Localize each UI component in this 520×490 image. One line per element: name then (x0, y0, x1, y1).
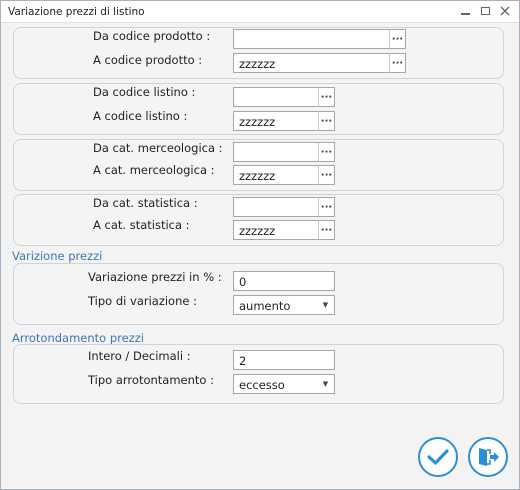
from-statistica-browse-button[interactable]: ··· (318, 197, 335, 217)
from-product-label: Da codice prodotto : (93, 29, 211, 43)
from-product-input[interactable] (233, 29, 390, 49)
variazione-prezzi-window: Variazione prezzi di listino Da codice p… (0, 0, 520, 490)
from-product-browse-button[interactable]: ··· (389, 29, 406, 49)
to-product-input[interactable]: zzzzzz (233, 53, 390, 73)
confirm-button[interactable] (418, 437, 458, 477)
rounding-decimals-label: Intero / Decimali : (88, 349, 191, 363)
variation-type-select[interactable]: aumento ▼ (233, 295, 335, 315)
from-merceologica-browse-button[interactable]: ··· (318, 142, 335, 162)
dropdown-arrow-icon: ▼ (322, 301, 329, 309)
to-listino-label: A codice listino : (93, 109, 188, 123)
to-statistica-label: A cat. statistica : (93, 218, 190, 232)
maximize-icon (480, 7, 490, 15)
from-listino-input[interactable] (233, 87, 319, 107)
variazione-section-title: Varizione prezzi (12, 249, 103, 263)
window-title: Variazione prezzi di listino (8, 6, 145, 18)
to-product-browse-button[interactable]: ··· (389, 53, 406, 73)
to-statistica-input[interactable]: zzzzzz (233, 220, 319, 240)
arrotondamento-section-title: Arrotondamento prezzi (12, 331, 144, 345)
exit-door-icon (479, 448, 499, 466)
from-listino-browse-button[interactable]: ··· (318, 87, 335, 107)
close-icon (500, 6, 510, 16)
rounding-type-select[interactable]: eccesso ▼ (233, 374, 335, 394)
exit-button[interactable] (468, 437, 508, 477)
minimize-icon (460, 13, 470, 15)
minimize-button[interactable] (455, 3, 475, 19)
dropdown-arrow-icon: ▼ (322, 380, 329, 388)
from-listino-label: Da codice listino : (93, 85, 196, 99)
from-statistica-input[interactable] (233, 197, 319, 217)
rounding-decimals-input[interactable]: 2 (233, 350, 335, 370)
to-listino-input[interactable]: zzzzzz (233, 111, 319, 131)
to-merceologica-input[interactable]: zzzzzz (233, 165, 319, 185)
from-statistica-label: Da cat. statistica : (93, 196, 198, 210)
from-merceologica-input[interactable] (233, 142, 319, 162)
to-merceologica-label: A cat. merceologica : (93, 163, 215, 177)
rounding-type-value: eccesso (239, 378, 285, 392)
variation-percent-input[interactable]: 0 (233, 271, 335, 291)
maximize-button[interactable] (475, 3, 495, 19)
rounding-type-label: Tipo arrotontamento : (88, 373, 214, 387)
variation-type-value: aumento (239, 299, 291, 313)
close-button[interactable] (495, 3, 515, 19)
variation-percent-label: Variazione prezzi in % : (88, 270, 222, 284)
to-statistica-browse-button[interactable]: ··· (318, 220, 335, 240)
to-listino-browse-button[interactable]: ··· (318, 111, 335, 131)
variation-type-label: Tipo di variazione : (88, 294, 197, 308)
title-bar: Variazione prezzi di listino (1, 1, 519, 23)
to-merceologica-browse-button[interactable]: ··· (318, 165, 335, 185)
checkmark-icon (427, 449, 449, 465)
from-merceologica-label: Da cat. merceologica : (93, 141, 223, 155)
window-controls (455, 3, 515, 19)
to-product-label: A codice prodotto : (93, 53, 203, 67)
